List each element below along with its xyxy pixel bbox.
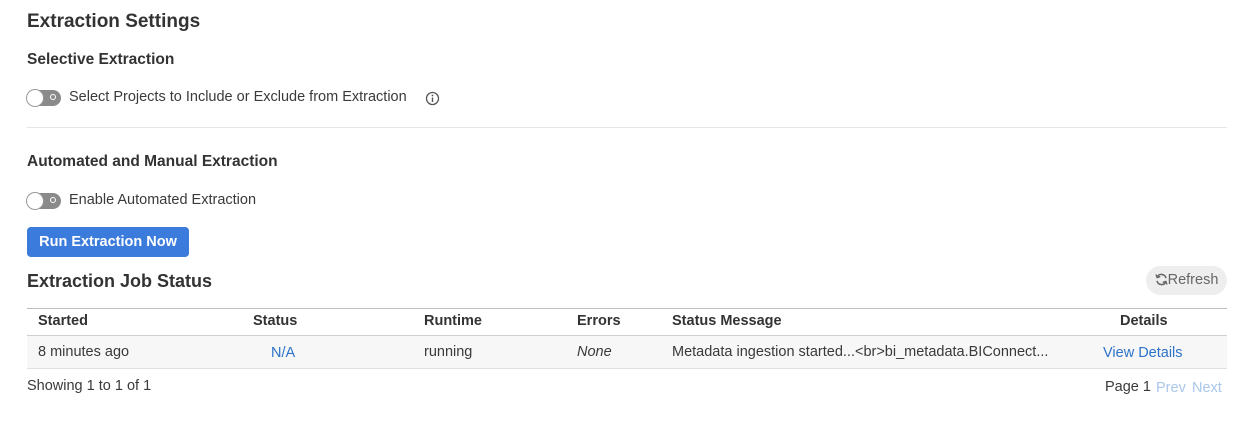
selective-extraction-label: Select Projects to Include or Exclude fr… [69, 89, 407, 105]
table-summary: Showing 1 to 1 of 1 [27, 378, 152, 394]
column-header-errors: Errors [577, 313, 621, 329]
automated-extraction-label: Enable Automated Extraction [69, 192, 257, 208]
page-indicator: Page 1 [1105, 379, 1151, 395]
table-bottom-border [27, 368, 1227, 369]
run-extraction-button[interactable]: Run Extraction Now [27, 227, 189, 257]
cell-errors: None [577, 344, 612, 360]
table-top-border [27, 308, 1227, 309]
selective-extraction-toggle[interactable] [26, 89, 61, 107]
refresh-label: Refresh [1167, 272, 1219, 288]
column-header-status: Status [253, 313, 298, 329]
cell-status-message: Metadata ingestion started...<br>bi_meta… [672, 344, 1049, 360]
automated-extraction-heading: Automated and Manual Extraction [27, 153, 278, 170]
page-title: Extraction Settings [27, 11, 201, 32]
view-details-link[interactable]: View Details [1103, 345, 1183, 361]
column-header-details: Details [1120, 313, 1168, 329]
prev-page-button[interactable]: Prev [1156, 380, 1186, 396]
selective-extraction-heading: Selective Extraction [27, 51, 175, 68]
cell-started: 8 minutes ago [38, 344, 130, 360]
column-header-started: Started [38, 313, 88, 329]
toggle-off-icon [50, 197, 56, 203]
refresh-icon [1154, 268, 1168, 297]
column-header-status-message: Status Message [672, 313, 782, 329]
automated-extraction-toggle[interactable] [26, 192, 61, 210]
cell-runtime: running [424, 344, 473, 360]
next-page-button[interactable]: Next [1192, 380, 1222, 396]
refresh-button[interactable]: Refresh [1146, 266, 1227, 295]
cell-status-link[interactable]: N/A [271, 345, 295, 361]
section-divider [27, 127, 1227, 128]
toggle-knob [26, 192, 44, 210]
toggle-knob [26, 89, 44, 107]
toggle-off-icon [50, 94, 56, 100]
job-status-heading: Extraction Job Status [27, 271, 213, 291]
info-icon[interactable] [425, 91, 440, 106]
column-header-runtime: Runtime [424, 313, 482, 329]
